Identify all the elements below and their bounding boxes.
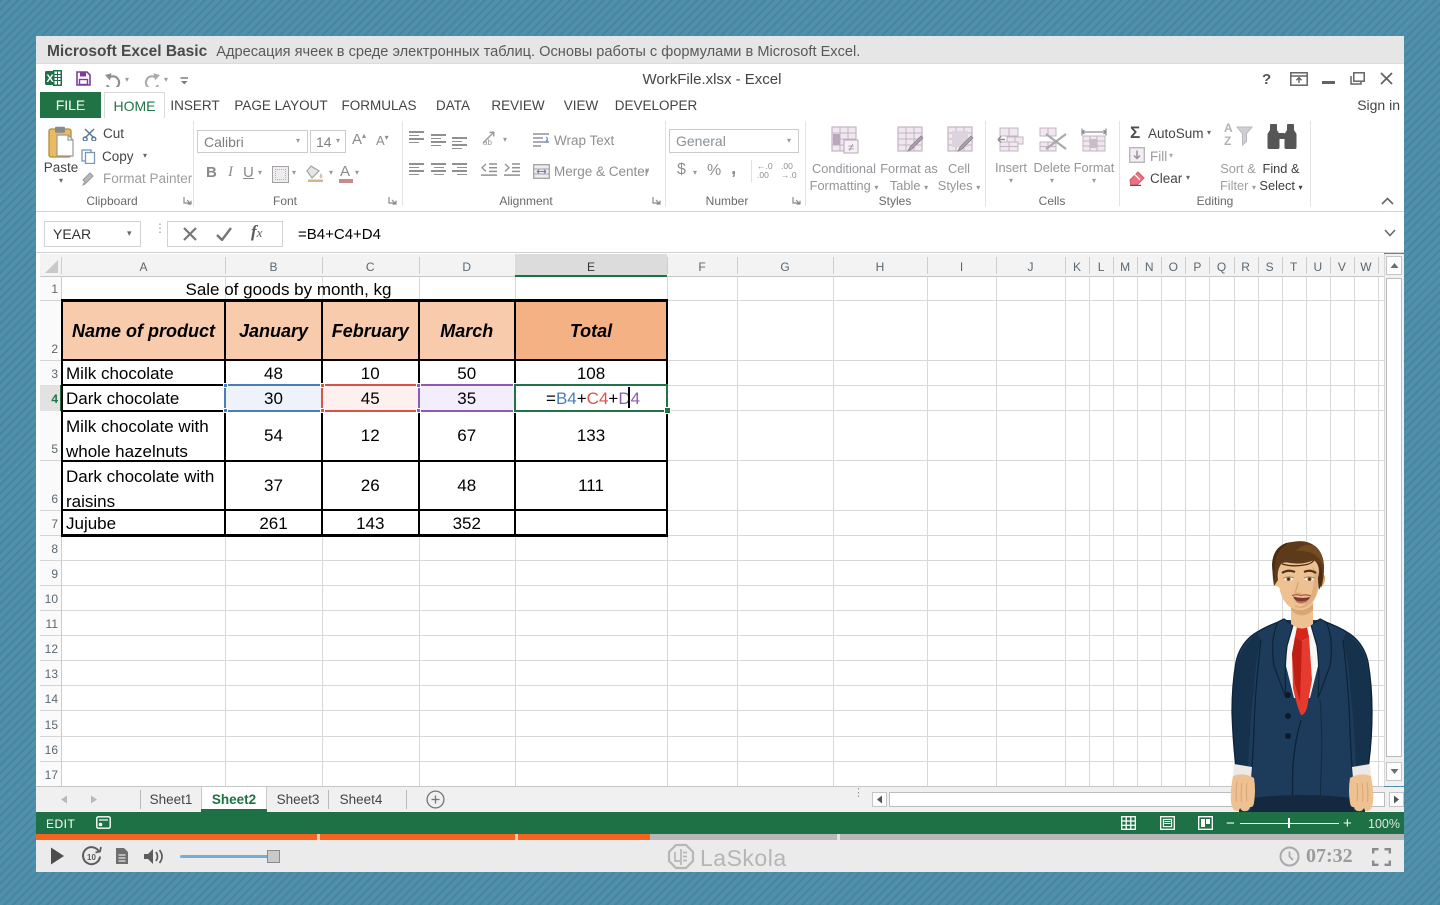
svg-text:≠: ≠ — [848, 142, 854, 154]
svg-text:X: X — [46, 73, 54, 85]
svg-text:10: 10 — [87, 853, 96, 862]
svg-text:ab: ab — [483, 138, 492, 146]
